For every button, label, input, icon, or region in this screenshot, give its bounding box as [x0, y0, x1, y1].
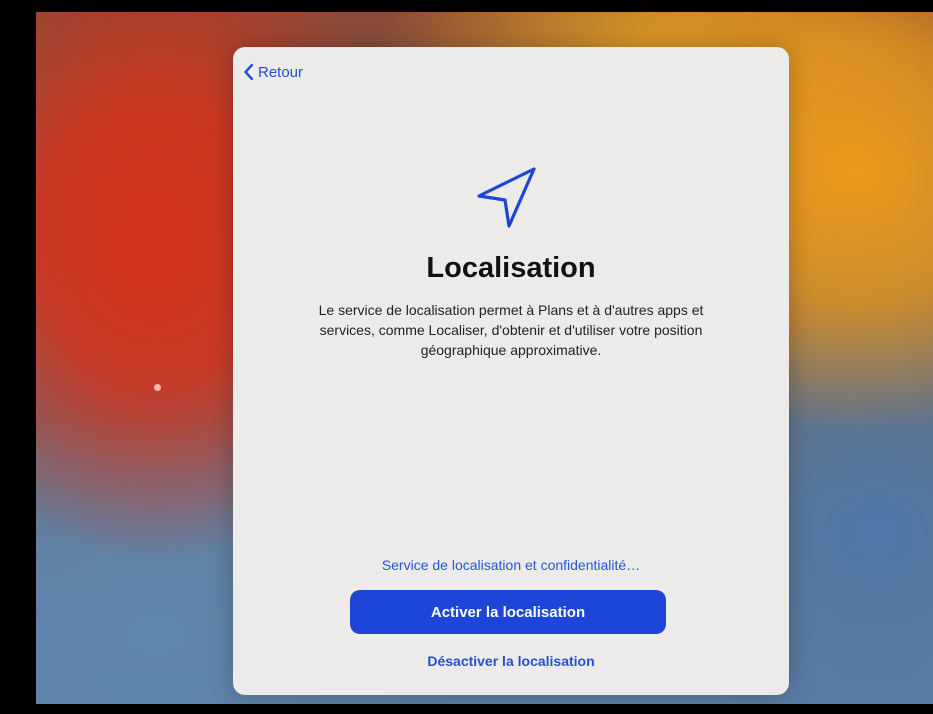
page-title: Localisation: [426, 252, 596, 284]
back-button[interactable]: Retour: [243, 61, 303, 83]
disable-location-button[interactable]: Désactiver la localisation: [233, 653, 789, 669]
enable-location-button[interactable]: Activer la localisation: [350, 590, 666, 634]
location-arrow-icon: [474, 165, 540, 236]
setup-card: Retour Localisation Le service de locali…: [233, 47, 789, 695]
privacy-link[interactable]: Service de localisation et confidentiali…: [233, 557, 789, 573]
back-label: Retour: [258, 63, 304, 81]
chevron-left-icon: [243, 63, 254, 81]
screen-glare: [154, 384, 161, 391]
description-text: Le service de localisation permet à Plan…: [318, 302, 704, 358]
